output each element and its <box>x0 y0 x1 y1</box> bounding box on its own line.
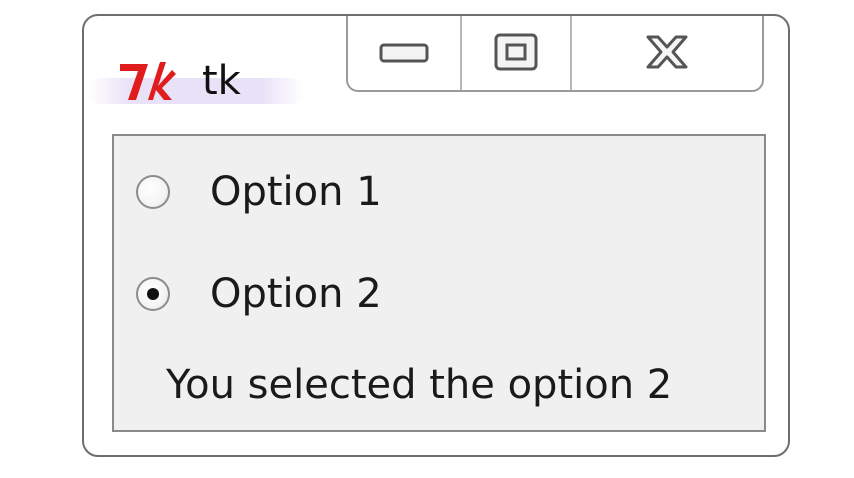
tk-feather-icon <box>120 62 176 100</box>
maximize-button[interactable] <box>462 16 572 90</box>
radio-button-selected[interactable] <box>136 277 170 311</box>
radio-option-1[interactable]: Option 1 <box>136 162 382 222</box>
minimize-icon <box>379 43 429 63</box>
minimize-button[interactable] <box>348 16 462 90</box>
app-window: tk Option 1 Option 2 You selected the op… <box>82 14 790 457</box>
close-button[interactable] <box>572 16 762 90</box>
status-label: You selected the option 2 <box>166 362 673 408</box>
maximize-icon <box>494 33 538 71</box>
radio-selected-dot <box>147 288 159 300</box>
title-bar[interactable]: tk <box>84 16 788 126</box>
radio-label[interactable]: Option 2 <box>210 271 382 317</box>
window-title: tk <box>202 58 241 104</box>
radio-option-2[interactable]: Option 2 <box>136 264 382 324</box>
client-area: Option 1 Option 2 You selected the optio… <box>112 134 766 432</box>
caption-buttons <box>346 16 764 92</box>
radio-button[interactable] <box>136 175 170 209</box>
radio-label[interactable]: Option 1 <box>210 169 382 215</box>
close-icon <box>646 35 688 69</box>
